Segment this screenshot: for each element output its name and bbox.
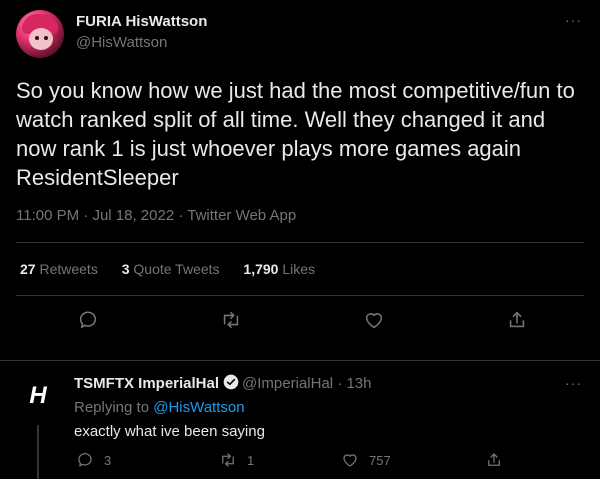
likes-count: 1,790 [243, 261, 279, 277]
replying-to: Replying to @HisWattson [74, 399, 245, 416]
share-button[interactable] [503, 306, 531, 334]
avatar-eye [35, 36, 39, 40]
like-icon [365, 313, 383, 329]
tweet-source[interactable]: Twitter Web App [187, 207, 296, 224]
retweets-label: Retweets [35, 261, 98, 277]
divider [16, 295, 584, 296]
retweet-button[interactable] [217, 306, 245, 334]
reply-share-button[interactable] [485, 451, 513, 469]
divider [0, 360, 600, 361]
divider [16, 242, 584, 243]
reply-icon [78, 453, 92, 467]
reply-retweet-button[interactable]: 1 [219, 451, 254, 469]
replying-to-link[interactable]: @HisWattson [153, 399, 244, 416]
like-icon [343, 454, 357, 467]
like-count: 757 [369, 452, 391, 468]
tweet-date[interactable]: Jul 18, 2022 [92, 207, 174, 224]
separator: · [333, 375, 347, 392]
quote-tweets-stat[interactable]: 3 Quote Tweets [122, 261, 220, 277]
author-name[interactable]: FURIA HisWattson [76, 13, 207, 30]
avatar[interactable] [16, 10, 64, 58]
tweet-stats: 27 Retweets 3 Quote Tweets 1,790 Likes [20, 261, 335, 277]
reply-avatar[interactable]: H [18, 376, 58, 416]
author-handle[interactable]: @HisWattson [76, 34, 167, 51]
reply-author-handle[interactable]: @ImperialHal [242, 375, 333, 392]
reply-avatar-logo: H [29, 382, 47, 409]
separator: · [79, 207, 93, 224]
tweet-time[interactable]: 11:00 PM [16, 207, 79, 224]
quote-tweets-label: Quote Tweets [129, 261, 220, 277]
reply-reply-button[interactable]: 3 [76, 451, 111, 469]
avatar-face [29, 28, 53, 50]
likes-stat[interactable]: 1,790 Likes [243, 261, 315, 277]
separator: · [174, 207, 188, 224]
reply-author-name[interactable]: TSMFTX ImperialHal [74, 375, 219, 392]
avatar-eye [44, 36, 48, 40]
reply-count: 3 [104, 452, 112, 468]
like-button[interactable] [360, 306, 388, 334]
retweets-count: 27 [20, 261, 36, 277]
retweet-icon [222, 453, 234, 467]
tweet-timestamp: 11:00 PM · Jul 18, 2022 · Twitter Web Ap… [16, 207, 296, 224]
quote-tweets-count: 3 [121, 261, 130, 277]
share-icon [488, 453, 500, 466]
likes-label: Likes [278, 261, 316, 277]
replying-to-prefix: Replying to [74, 399, 154, 416]
reply-icon [79, 311, 97, 329]
retweet-icon [223, 311, 239, 329]
reply-age[interactable]: 13h [346, 375, 371, 392]
verified-badge-icon [223, 374, 239, 390]
reply-header: TSMFTX ImperialHal @ImperialHal · 13h [74, 374, 372, 392]
thread-line [37, 425, 39, 479]
tweet-text: So you know how we just had the most com… [16, 78, 575, 190]
retweets-stat[interactable]: 27 Retweets [20, 261, 98, 277]
reply-text: exactly what ive been saying [74, 423, 265, 440]
reply-more-options-button[interactable]: ··· [565, 375, 582, 391]
reply-button[interactable] [74, 306, 102, 334]
retweet-count: 1 [247, 452, 255, 468]
more-options-button[interactable]: ··· [565, 12, 582, 28]
share-icon [509, 311, 525, 328]
reply-like-button[interactable]: 757 [341, 451, 391, 469]
